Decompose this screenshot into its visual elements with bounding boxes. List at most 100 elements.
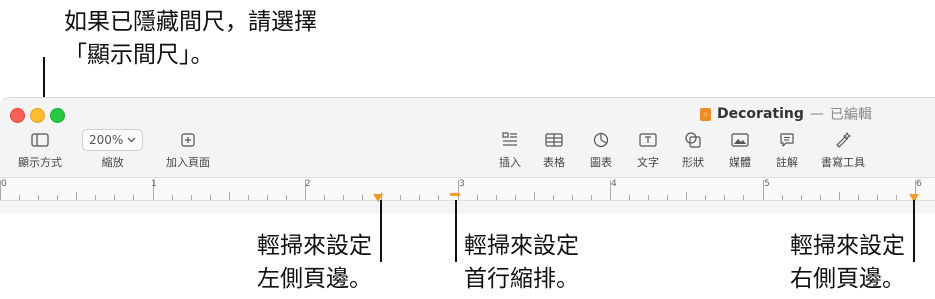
- ruler-tick: [819, 195, 821, 200]
- add-page-icon: [181, 128, 195, 152]
- ruler-number: 5: [764, 179, 770, 189]
- first-line-indent-marker[interactable]: [450, 193, 460, 196]
- ruler-tick: [285, 195, 287, 200]
- ruler-tick: [38, 195, 40, 200]
- right-margin-leader: [913, 200, 915, 262]
- ruler-tick: [171, 195, 173, 200]
- ruler-tick: [324, 195, 326, 200]
- ruler-tick: [857, 195, 859, 200]
- writing-tools-button[interactable]: 書寫工具: [821, 128, 865, 170]
- document-status: 已編輯: [829, 107, 872, 123]
- right-margin-callout: 輕掃來設定 右側頁邊。: [790, 233, 905, 292]
- ruler-number: 4: [611, 179, 617, 189]
- ruler-number: 3: [459, 179, 465, 189]
- ruler-tick: [266, 195, 268, 200]
- view-button[interactable]: 顯示方式: [18, 128, 62, 170]
- first-indent-leader: [455, 200, 457, 262]
- comment-icon: [779, 128, 795, 152]
- add-page-button[interactable]: 加入頁面: [166, 128, 210, 170]
- insert-icon: [501, 128, 519, 152]
- show-ruler-callout: 如果已隱藏間尺，請選擇 「顯示間尺」。: [64, 9, 317, 68]
- ruler-tick: [343, 195, 345, 200]
- ruler-tick: [57, 195, 59, 200]
- document-name: Decorating: [717, 106, 804, 122]
- ruler-tick: [876, 195, 878, 200]
- ruler-tick: [629, 195, 631, 200]
- ruler-tick: [133, 195, 135, 200]
- ruler-tick: [419, 195, 421, 200]
- ruler-tick: [800, 195, 802, 200]
- text-label: 文字: [637, 156, 659, 169]
- chart-label: 圖表: [590, 156, 612, 169]
- ruler-tick: [95, 195, 97, 200]
- ruler-tick: [533, 192, 535, 200]
- zoom-window-button[interactable]: [50, 108, 65, 123]
- zoom-label: 縮放: [101, 156, 124, 169]
- ruler-tick: [724, 195, 726, 200]
- ruler-tick: [400, 195, 402, 200]
- ruler-number: 6: [916, 179, 922, 189]
- ruler-tick: [895, 195, 897, 200]
- text-box-icon: [639, 128, 657, 152]
- ruler-tick: [247, 195, 249, 200]
- shape-icon: [685, 128, 701, 152]
- zoom-select[interactable]: 200%: [82, 129, 144, 151]
- shape-label: 形狀: [682, 156, 704, 169]
- ruler-tick: [781, 195, 783, 200]
- ruler-tick: [476, 195, 478, 200]
- close-button[interactable]: [10, 108, 25, 123]
- ruler-tick: [438, 195, 440, 200]
- ruler-tick: [705, 195, 707, 200]
- ruler-tick: [514, 195, 516, 200]
- minimize-button[interactable]: [30, 108, 45, 123]
- table-icon: [545, 128, 563, 152]
- first-indent-callout: 輕掃來設定 首行縮排。: [464, 233, 579, 292]
- ruler-tick: [362, 195, 364, 200]
- comment-button[interactable]: 註解: [776, 128, 798, 170]
- table-button[interactable]: 表格: [543, 128, 565, 170]
- ruler-tick: [686, 192, 688, 200]
- ruler-tick: [228, 192, 230, 200]
- ruler-tick: [667, 195, 669, 200]
- insert-label: 插入: [499, 156, 521, 169]
- ruler-tick: [19, 195, 21, 200]
- photo-icon: [731, 128, 749, 152]
- zoom-value: 200%: [89, 133, 124, 147]
- left-margin-callout: 輕掃來設定 左側頁邊。: [257, 233, 372, 292]
- media-button[interactable]: 媒體: [729, 128, 751, 170]
- media-label: 媒體: [729, 156, 751, 169]
- zoom-control[interactable]: 200% 縮放: [82, 128, 144, 170]
- sidebar-icon: [31, 128, 49, 152]
- comment-label: 註解: [776, 156, 798, 169]
- insert-button[interactable]: 插入: [499, 128, 521, 170]
- ruler-tick: [648, 195, 650, 200]
- ruler-tick: [838, 192, 840, 200]
- ruler-tick: [571, 195, 573, 200]
- chevron-down-icon: [127, 137, 136, 143]
- ruler-tick: [590, 195, 592, 200]
- ruler-tick: [114, 195, 116, 200]
- ruler-number: 2: [305, 179, 311, 189]
- ruler-tick: [209, 195, 211, 200]
- writing-tools-icon: [834, 128, 852, 152]
- ruler[interactable]: 0 1 2 3 4 5 6: [0, 177, 935, 202]
- view-label: 顯示方式: [18, 156, 62, 169]
- ruler-tick: [76, 192, 78, 200]
- document-title: Decorating — 已編輯: [700, 104, 872, 124]
- title-separator: —: [809, 106, 824, 122]
- ruler-tick: [495, 195, 497, 200]
- writing-tools-label: 書寫工具: [821, 156, 865, 169]
- left-margin-leader: [380, 200, 382, 262]
- pie-chart-icon: [593, 128, 609, 152]
- ruler-tick: [743, 195, 745, 200]
- table-label: 表格: [543, 156, 565, 169]
- ruler-number: 1: [151, 179, 157, 189]
- pages-document-icon: [700, 107, 711, 121]
- add-page-label: 加入頁面: [166, 156, 210, 169]
- ruler-tick: [190, 195, 192, 200]
- ruler-tick: [552, 195, 554, 200]
- ruler-number: 0: [1, 179, 7, 189]
- chart-button[interactable]: 圖表: [590, 128, 612, 170]
- shape-button[interactable]: 形狀: [682, 128, 704, 170]
- text-button[interactable]: 文字: [637, 128, 659, 170]
